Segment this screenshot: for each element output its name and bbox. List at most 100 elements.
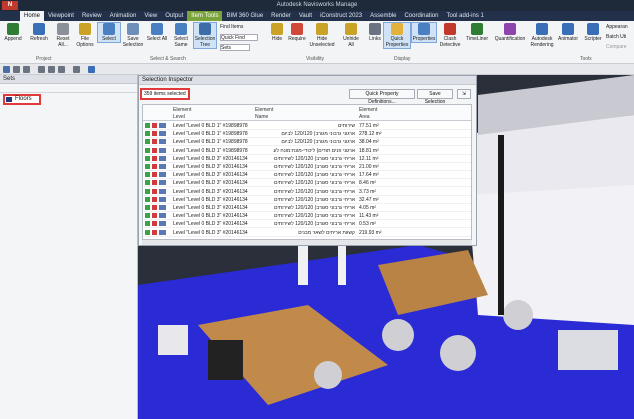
require-button[interactable]: Require bbox=[286, 23, 308, 42]
remove-icon[interactable] bbox=[152, 131, 157, 137]
table-row[interactable]: Level "Level 0 BLD 3" #20146134 אריחי גרב… bbox=[143, 220, 471, 229]
show-icon[interactable] bbox=[145, 172, 150, 178]
tab-view[interactable]: View bbox=[140, 11, 161, 21]
quick-property-definitions-button[interactable]: Quick Property Definitions... bbox=[349, 89, 415, 105]
sets-item-floors[interactable]: Floors bbox=[3, 94, 41, 105]
table-row[interactable]: Level "Level 0 BLD 3" #20146134 אריחי גרב… bbox=[143, 179, 471, 188]
nav-icon-2[interactable] bbox=[13, 66, 20, 73]
remove-icon[interactable] bbox=[152, 188, 157, 194]
show-icon[interactable] bbox=[145, 123, 150, 128]
sets-dropdown[interactable]: Sets bbox=[220, 44, 250, 51]
application-menu-button[interactable]: N bbox=[2, 1, 18, 10]
show-icon[interactable] bbox=[145, 229, 150, 235]
links-button[interactable]: Links bbox=[364, 23, 386, 42]
nav-icon-5[interactable] bbox=[48, 66, 55, 73]
tab-bim360-glue[interactable]: BIM 360 Glue bbox=[222, 11, 267, 21]
nav-icon-7[interactable] bbox=[73, 66, 80, 73]
properties-button[interactable]: Properties bbox=[411, 22, 437, 43]
remove-icon[interactable] bbox=[152, 196, 157, 202]
tab-tool-addins[interactable]: Tool add-ins 1 bbox=[442, 11, 487, 21]
remove-icon[interactable] bbox=[152, 221, 157, 227]
hide-button[interactable]: Hide bbox=[266, 23, 288, 42]
clash-detective-button[interactable]: Clash Detective bbox=[438, 23, 462, 48]
nav-icon-4[interactable] bbox=[38, 66, 45, 73]
autodesk-rendering-button[interactable]: Autodesk Rendering bbox=[528, 23, 556, 48]
remove-icon[interactable] bbox=[152, 213, 157, 219]
show-icon[interactable] bbox=[145, 155, 150, 161]
save-selection-button[interactable]: Save Selection bbox=[122, 23, 144, 48]
tab-item-tools[interactable]: Item Tools bbox=[187, 11, 223, 21]
tab-assemble[interactable]: Assemble bbox=[366, 11, 400, 21]
remove-icon[interactable] bbox=[152, 155, 157, 161]
table-row[interactable]: Level "Level 0 BLD 3" #20146134 אריחי גרב… bbox=[143, 196, 471, 204]
table-row[interactable]: Level "Level 0 BLD 3" #20146134 אריחי גרב… bbox=[143, 171, 471, 180]
show-icon[interactable] bbox=[145, 139, 150, 145]
table-row[interactable]: Level "Level 0 BLD 3" #20146134 אריחי גרב… bbox=[143, 204, 471, 212]
reset-all-button[interactable]: Reset All... bbox=[52, 23, 74, 48]
horizontal-scrollbar[interactable] bbox=[142, 240, 472, 245]
hide-unselected-button[interactable]: Hide Unselected bbox=[308, 23, 336, 48]
selection-tree-button[interactable]: Selection Tree bbox=[193, 22, 217, 49]
remove-icon[interactable] bbox=[152, 172, 157, 178]
append-button[interactable]: Append bbox=[2, 23, 24, 42]
show-icon[interactable] bbox=[145, 180, 150, 186]
table-row[interactable]: Level "Level 0 BLD 3" #20146134 אריחי גרב… bbox=[143, 188, 471, 196]
remove-icon[interactable] bbox=[152, 229, 157, 235]
tab-vault[interactable]: Vault bbox=[295, 11, 316, 21]
table-row[interactable]: Level "Level 0 BLD 1" #19898978 ארגוני פנ… bbox=[143, 147, 471, 155]
tab-output[interactable]: Output bbox=[161, 11, 187, 21]
show-icon[interactable] bbox=[145, 147, 150, 153]
show-icon[interactable] bbox=[145, 196, 150, 202]
show-icon[interactable] bbox=[145, 205, 150, 210]
find-items-button[interactable]: Find Items bbox=[220, 24, 243, 30]
compare-button[interactable]: Compare bbox=[606, 44, 627, 50]
tab-home[interactable]: Home bbox=[20, 11, 45, 21]
col-name[interactable]: Name bbox=[255, 114, 268, 120]
tab-review[interactable]: Review bbox=[78, 11, 106, 21]
tab-iconstruct[interactable]: iConstruct 2023 bbox=[316, 11, 366, 21]
show-icon[interactable] bbox=[145, 188, 150, 194]
unhide-all-button[interactable]: Unhide All bbox=[340, 23, 362, 48]
tab-viewpoint[interactable]: Viewpoint bbox=[44, 11, 78, 21]
select-all-button[interactable]: Select All bbox=[146, 23, 168, 42]
col-level[interactable]: Level bbox=[173, 114, 185, 120]
nav-icon-3[interactable] bbox=[23, 66, 30, 73]
table-row[interactable]: Level "Level 0 BLD 3" #20146134 אריחי גרב… bbox=[143, 155, 471, 163]
table-row[interactable]: Level "Level 0 BLD 1" #19898978 שירותים 77… bbox=[143, 122, 471, 130]
remove-icon[interactable] bbox=[152, 147, 157, 153]
remove-icon[interactable] bbox=[152, 164, 157, 169]
scripter-button[interactable]: Scripter bbox=[582, 23, 604, 42]
table-row[interactable]: Level "Level 0 BLD 1" #19898978 ארגוני גר… bbox=[143, 130, 471, 139]
select-same-button[interactable]: Select Same bbox=[170, 23, 192, 48]
table-row[interactable]: Level "Level 0 BLD 3" #20146134 אריחי גרב… bbox=[143, 212, 471, 221]
save-selection-button-inspector[interactable]: Save Selection bbox=[417, 89, 453, 105]
table-row[interactable]: Level "Level 0 BLD 3" #20146134 אריחי גרב… bbox=[143, 163, 471, 171]
tab-coordination[interactable]: Coordination bbox=[400, 11, 442, 21]
quick-properties-button[interactable]: Quick Properties bbox=[383, 22, 411, 49]
nav-icon-6[interactable] bbox=[58, 66, 65, 73]
remove-icon[interactable] bbox=[152, 205, 157, 210]
nav-icon-1[interactable] bbox=[3, 66, 10, 73]
tab-animation[interactable]: Animation bbox=[106, 11, 141, 21]
show-icon[interactable] bbox=[145, 164, 150, 169]
table-row[interactable]: Level "Level 0 BLD 3" #20146134 קשוות ארי… bbox=[143, 229, 471, 237]
batch-utility-button[interactable]: Batch Uti bbox=[606, 34, 626, 40]
remove-icon[interactable] bbox=[152, 180, 157, 186]
remove-icon[interactable] bbox=[152, 123, 157, 128]
show-icon[interactable] bbox=[145, 213, 150, 219]
quick-find-field[interactable]: Quick Find bbox=[220, 34, 258, 41]
file-options-button[interactable]: File Options bbox=[74, 23, 96, 48]
select-button[interactable]: Select bbox=[97, 22, 121, 43]
show-icon[interactable] bbox=[145, 131, 150, 137]
tab-render[interactable]: Render bbox=[267, 11, 295, 21]
show-icon[interactable] bbox=[145, 221, 150, 227]
quantification-button[interactable]: Quantification bbox=[492, 23, 528, 42]
table-row[interactable]: Level "Level 0 BLD 1" #19898978 ארגוני גר… bbox=[143, 138, 471, 147]
refresh-button[interactable]: Refresh bbox=[28, 23, 50, 42]
col-area[interactable]: Area bbox=[359, 114, 370, 120]
animator-button[interactable]: Animator bbox=[556, 23, 580, 42]
nav-icon-8[interactable] bbox=[88, 66, 95, 73]
export-icon[interactable]: ⇲ bbox=[457, 89, 471, 99]
timeliner-button[interactable]: TimeLiner bbox=[464, 23, 490, 42]
remove-icon[interactable] bbox=[152, 139, 157, 145]
